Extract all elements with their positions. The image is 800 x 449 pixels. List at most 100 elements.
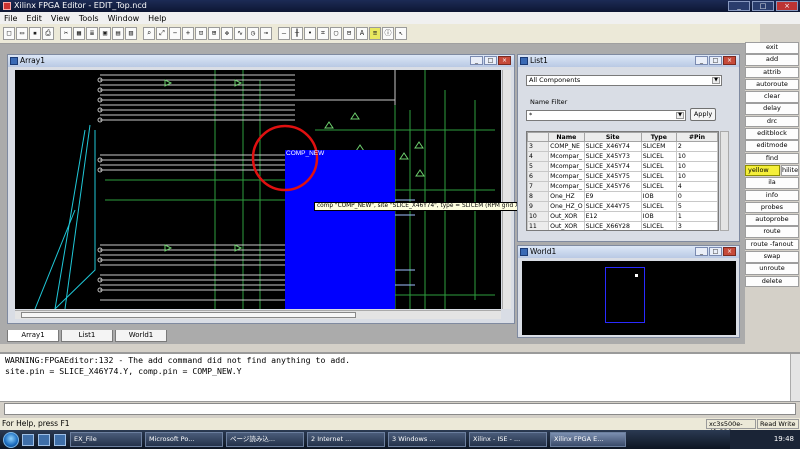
minimize-button[interactable]: _: [728, 1, 750, 11]
list-icon[interactable]: ≣: [86, 27, 98, 40]
world-window-header[interactable]: World1 _ □ ×: [518, 246, 739, 258]
save-icon[interactable]: ▪: [29, 27, 41, 40]
tab-list1[interactable]: List1: [61, 330, 113, 342]
find-button[interactable]: find: [745, 152, 799, 165]
info-icon[interactable]: ⓘ: [382, 27, 394, 40]
editblock-button[interactable]: editblock: [745, 128, 799, 140]
component-filter-select[interactable]: All Components ▼: [526, 75, 722, 86]
zoom-sel-icon[interactable]: ⊞: [208, 27, 220, 40]
list-close-button[interactable]: ×: [723, 56, 736, 65]
menu-help[interactable]: Help: [148, 14, 166, 23]
find-icon[interactable]: ⌕: [143, 27, 155, 40]
taskbar-item[interactable]: ページ読み込...: [226, 432, 304, 447]
column-header-pins[interactable]: #Pin: [675, 132, 718, 142]
desktop-quicklaunch-icon[interactable]: [38, 433, 50, 446]
comp-new-block[interactable]: [285, 150, 395, 309]
column-header-name[interactable]: Name: [548, 132, 585, 142]
autoprobe-button[interactable]: autoprobe: [745, 214, 799, 226]
open-icon[interactable]: ▭: [16, 27, 28, 40]
table-row[interactable]: 5 Mcompar_ SLICE_X45Y74 SLICEL 10: [527, 161, 718, 172]
browser-quicklaunch-icon[interactable]: [54, 433, 66, 446]
close-button[interactable]: ×: [776, 1, 798, 11]
taskbar-item[interactable]: Xilinx - ISE - ...: [469, 432, 547, 447]
name-filter-input[interactable]: * ▼: [526, 110, 686, 121]
delay-button[interactable]: delay: [745, 103, 799, 115]
array-canvas[interactable]: COMP_NEW: [15, 70, 501, 309]
zoom-in-icon[interactable]: +: [182, 27, 194, 40]
route-fanout-button[interactable]: route -fanout: [745, 238, 799, 251]
mode-icon[interactable]: —: [278, 27, 290, 40]
wire-icon[interactable]: ╫: [291, 27, 303, 40]
route-button[interactable]: route: [745, 226, 799, 238]
world-minimize-button[interactable]: _: [695, 247, 708, 256]
start-button[interactable]: [3, 431, 19, 448]
world-overview-canvas[interactable]: [522, 261, 736, 335]
zoom-out-icon[interactable]: −: [169, 27, 181, 40]
cursor-icon[interactable]: ↖: [395, 27, 407, 40]
table-row[interactable]: 4 Mcompar_ SLICE_X45Y73 SLICEL 10: [527, 151, 718, 162]
cut-icon[interactable]: ✂: [60, 27, 72, 40]
fpga-routing-view[interactable]: COMP_NEW: [15, 70, 501, 309]
editmode-button[interactable]: editmode: [745, 140, 799, 152]
world-maximize-button[interactable]: □: [709, 247, 722, 256]
list-window-header[interactable]: List1 _ □ ×: [518, 55, 739, 67]
text-icon[interactable]: A: [356, 27, 368, 40]
zoom-fit-icon[interactable]: ⤢: [156, 27, 168, 40]
drc-button[interactable]: drc: [745, 115, 799, 128]
apply-button[interactable]: Apply: [690, 108, 716, 121]
print-icon[interactable]: ⎙: [42, 27, 54, 40]
taskbar-item[interactable]: 3 Windows ...: [388, 432, 466, 447]
maximize-button[interactable]: □: [752, 1, 774, 11]
table-row[interactable]: 8 One_HZ E9 IOB 0: [527, 191, 718, 202]
probes-button[interactable]: probes: [745, 201, 799, 214]
pan-icon[interactable]: ✥: [221, 27, 233, 40]
menu-edit[interactable]: Edit: [26, 14, 42, 23]
clock[interactable]: 19:48: [774, 435, 794, 443]
menu-file[interactable]: File: [4, 14, 17, 23]
explorer-quicklaunch-icon[interactable]: [22, 433, 34, 446]
array-window-header[interactable]: Array1 _ □ ×: [8, 55, 514, 67]
component-list-table[interactable]: Name Site Type #Pin 3 COMP_NE SLICE_X46Y74…: [526, 131, 719, 231]
autoroute-button[interactable]: autoroute: [745, 78, 799, 91]
attrib-button[interactable]: attrib: [745, 66, 799, 79]
table-row[interactable]: 10 Out_XOR E12 IOB 1: [527, 211, 718, 222]
table-row[interactable]: 11 Out_XOR SLICE_X66Y28 SLICEL 3: [527, 221, 718, 230]
comp-icon[interactable]: ▢: [330, 27, 342, 40]
hilite-button[interactable]: hilite: [781, 164, 799, 177]
array-close-button[interactable]: ×: [498, 56, 511, 65]
probe-icon[interactable]: ⊸: [260, 27, 272, 40]
world-close-button[interactable]: ×: [723, 247, 736, 256]
chevron-down-icon[interactable]: ▼: [676, 112, 684, 119]
tab-array1[interactable]: Array1: [7, 330, 59, 342]
console-scrollbar[interactable]: [790, 354, 800, 401]
column-header-type[interactable]: Type: [640, 132, 677, 142]
table-row[interactable]: 6 Mcompar_ SLICE_X45Y75 SLICEL 10: [527, 171, 718, 182]
macro-icon[interactable]: ⊟: [343, 27, 355, 40]
route-icon[interactable]: ∿: [234, 27, 246, 40]
new-icon[interactable]: □: [3, 27, 15, 40]
swap-button[interactable]: swap: [745, 251, 799, 263]
highlight-color-select[interactable]: yellow: [745, 164, 780, 177]
table-row[interactable]: 7 Mcompar_ SLICE_X45Y76 SLICEL 4: [527, 181, 718, 192]
list-vertical-scrollbar[interactable]: [720, 131, 729, 231]
world-icon[interactable]: ▣: [99, 27, 111, 40]
array-minimize-button[interactable]: _: [470, 56, 483, 65]
clear-button[interactable]: clear: [745, 91, 799, 103]
grid-icon[interactable]: ▦: [73, 27, 85, 40]
array-hscroll-thumb[interactable]: [21, 312, 356, 318]
zoom-area-icon[interactable]: ⊡: [195, 27, 207, 40]
taskbar-item[interactable]: 2 Internet ...: [307, 432, 385, 447]
command-input[interactable]: [4, 403, 796, 415]
menu-tools[interactable]: Tools: [79, 14, 99, 23]
viewport-rectangle[interactable]: [605, 267, 645, 323]
exit-button[interactable]: exit: [745, 42, 799, 54]
menu-view[interactable]: View: [51, 14, 70, 23]
add-button[interactable]: add: [745, 54, 799, 66]
panel-icon[interactable]: ▤: [112, 27, 124, 40]
list-minimize-button[interactable]: _: [695, 56, 708, 65]
table-row[interactable]: 3 COMP_NE SLICE_X46Y74 SLICEM 2: [527, 141, 718, 152]
array-maximize-button[interactable]: □: [484, 56, 497, 65]
taskbar-item[interactable]: EX_File: [70, 432, 142, 447]
delay-icon[interactable]: ◷: [247, 27, 259, 40]
taskbar-item[interactable]: Microsoft Po...: [145, 432, 223, 447]
